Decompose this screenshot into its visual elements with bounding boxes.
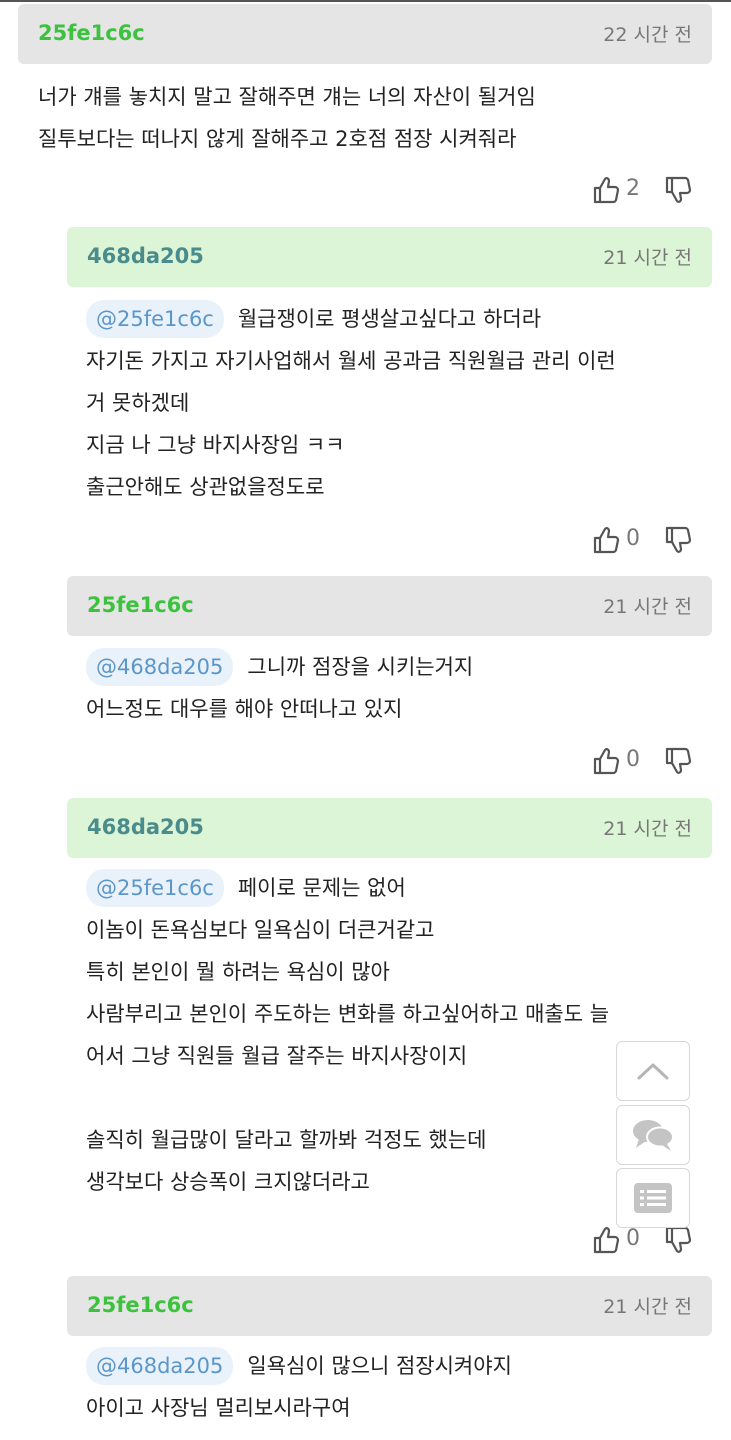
mention-tag[interactable]: @25fe1c6c [86,300,224,338]
thumbs-down-icon [665,526,692,553]
comment-line: 자기돈 가지고 자기사업해서 월세 공과금 직원월급 관리 이런 [86,349,616,373]
dislike-button[interactable] [664,525,692,555]
mention-tag[interactable]: @468da205 [86,648,234,686]
comment-line [86,1077,609,1119]
comment-body: @25fe1c6c 페이로 문제는 없어 이놈이 돈욕심보다 일욕심이 더큰거같고… [86,867,609,1203]
comment-line: 너가 걔를 놓치지 말고 잘해주면 걔는 너의 자산이 될거임 [38,85,536,109]
comment-header: 468da205 21 시간 전 [67,798,712,858]
like-count: 0 [626,526,640,551]
thumbs-up-icon [593,527,620,554]
thumbs-down-icon [665,747,692,774]
comment-line: 거 못하겠데 [86,391,190,415]
comment-author[interactable]: 25fe1c6c [87,593,194,617]
comment-line: @25fe1c6c 월급쟁이로 평생살고싶다고 하더라 [86,298,616,340]
comment-line: @468da205 일욕심이 많으니 점장시켜야지 [86,1345,512,1387]
comment-time: 22 시간 전 [603,24,692,46]
comment-line: 아이고 사장님 멀리보시라구여 [86,1396,351,1420]
like-count: 0 [626,747,640,772]
like-count: 2 [626,176,640,201]
comment-line: 출근안해도 상관없을정도로 [86,475,325,499]
dislike-button[interactable] [664,175,692,205]
comment-line: 어서 그냥 직원들 월급 잘주는 바지사장이지 [86,1044,468,1068]
vote-bar: 0 [592,525,702,555]
chevron-up-icon [637,1063,669,1080]
comment-text: 페이로 문제는 없어 [237,876,406,900]
comment-time: 21 시간 전 [603,596,692,618]
like-button[interactable] [592,175,620,205]
like-button[interactable] [592,746,620,776]
vote-bar: 2 [592,175,702,205]
comment-header: 25fe1c6c 22 시간 전 [18,4,712,64]
comment-header: 25fe1c6c 21 시간 전 [67,576,712,636]
thumbs-up-icon [593,748,620,775]
mention-tag[interactable]: @25fe1c6c [86,869,224,907]
thumbs-up-icon [593,1227,620,1254]
list-button[interactable] [616,1168,690,1228]
comment-line: 지금 나 그냥 바지사장임 ㅋㅋ [86,433,345,457]
comment-header: 468da205 21 시간 전 [67,227,712,287]
comment-line: 질투보다는 떠나지 않게 잘해주고 2호점 점장 시켜줘라 [38,127,517,151]
comment-author[interactable]: 468da205 [87,244,204,268]
top-divider [0,0,731,2]
comments-button[interactable] [616,1105,690,1165]
comment-time: 21 시간 전 [603,1296,692,1318]
scroll-top-button[interactable] [616,1041,690,1101]
comment-body: 너가 걔를 놓치지 말고 잘해주면 걔는 너의 자산이 될거임 질투보다는 떠나… [38,76,536,160]
comment-line: 어느정도 대우를 해야 안떠나고 있지 [86,697,403,721]
comment-time: 21 시간 전 [603,818,692,840]
list-icon [634,1183,672,1213]
comment-line: @468da205 그니까 점장을 시키는거지 [86,646,473,688]
mention-tag[interactable]: @468da205 [86,1347,234,1385]
vote-bar: 0 [592,1225,702,1255]
dislike-button[interactable] [664,1225,692,1255]
comment-header: 25fe1c6c 21 시간 전 [67,1276,712,1336]
chat-bubbles-icon [633,1120,674,1151]
comment-text: 그니까 점장을 시키는거지 [247,655,474,679]
comment-line: 솔직히 월급많이 달라고 할까봐 걱정도 했는데 [86,1128,487,1152]
comment-line: 특히 본인이 뭘 하려는 욕심이 많아 [86,960,390,984]
comment-body: @468da205 그니까 점장을 시키는거지 어느정도 대우를 해야 안떠나고 … [86,646,473,730]
comment-author[interactable]: 25fe1c6c [38,21,145,45]
comment-author[interactable]: 468da205 [87,815,204,839]
comment-line: 생각보다 상승폭이 크지않더라고 [86,1170,370,1194]
comment-text: 월급쟁이로 평생살고싶다고 하더라 [237,307,542,331]
like-button[interactable] [592,525,620,555]
thumbs-down-icon [665,176,692,203]
vote-bar: 0 [592,746,702,776]
comment-time: 21 시간 전 [603,247,692,269]
comment-body: @25fe1c6c 월급쟁이로 평생살고싶다고 하더라 자기돈 가지고 자기사업해… [86,298,616,508]
thumbs-down-icon [665,1226,692,1253]
like-count: 0 [626,1226,640,1251]
comment-author[interactable]: 25fe1c6c [87,1293,194,1317]
comment-line: @25fe1c6c 페이로 문제는 없어 [86,867,609,909]
dislike-button[interactable] [664,746,692,776]
comment-body: @468da205 일욕심이 많으니 점장시켜야지 아이고 사장님 멀리보시라구여 [86,1345,512,1429]
thumbs-up-icon [593,177,620,204]
like-button[interactable] [592,1225,620,1255]
comment-line: 이놈이 돈욕심보다 일욕심이 더큰거같고 [86,918,435,942]
comment-text: 일욕심이 많으니 점장시켜야지 [247,1354,512,1378]
comment-line: 사람부리고 본인이 주도하는 변화를 하고싶어하고 매출도 늘 [86,1002,610,1026]
